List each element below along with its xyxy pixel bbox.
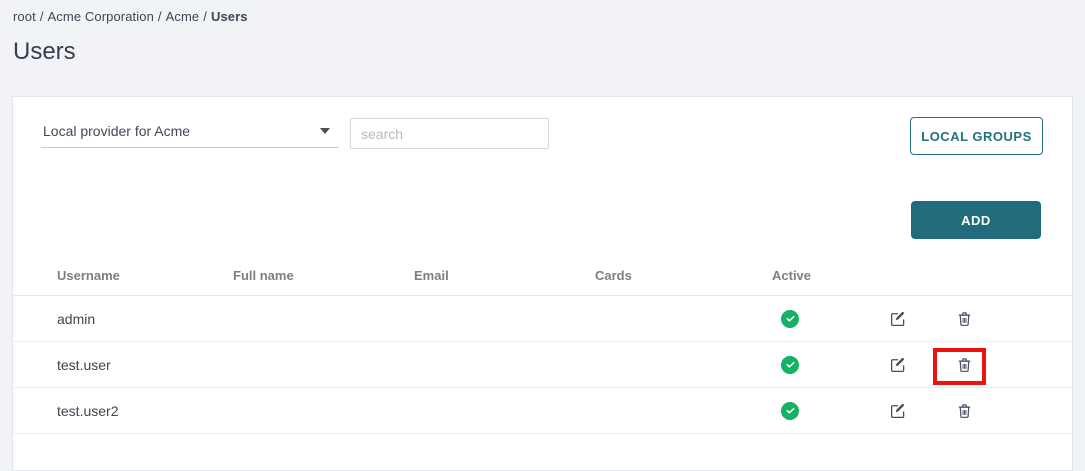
column-header-username: Username <box>57 268 233 283</box>
provider-select-value: Local provider for Acme <box>41 123 190 139</box>
breadcrumb-separator: / <box>154 9 166 24</box>
breadcrumb: root/Acme Corporation/Acme/Users <box>13 9 248 24</box>
breadcrumb-separator: / <box>36 9 48 24</box>
trash-icon <box>956 356 973 374</box>
edit-user-button[interactable] <box>887 400 909 422</box>
breadcrumb-item-acme[interactable]: Acme <box>166 9 200 24</box>
column-header-active: Active <box>772 268 864 283</box>
trash-icon <box>956 310 973 328</box>
edit-icon <box>889 310 907 328</box>
check-circle-icon <box>781 402 799 420</box>
trash-icon <box>956 402 973 420</box>
local-groups-button[interactable]: LOCAL GROUPS <box>910 117 1043 155</box>
delete-user-button[interactable] <box>954 308 975 330</box>
users-card: Local provider for Acme LOCAL GROUPS ADD… <box>12 96 1073 471</box>
table-header-row: Username Full name Email Cards Active <box>13 256 1072 296</box>
table-row: admin <box>13 296 1072 342</box>
edit-icon <box>889 402 907 420</box>
username-cell: admin <box>57 311 233 327</box>
search-input[interactable] <box>350 118 549 149</box>
delete-user-button[interactable] <box>954 354 975 376</box>
breadcrumb-item-users: Users <box>211 9 248 24</box>
table-row: test.user2 <box>13 388 1072 434</box>
username-cell: test.user2 <box>57 403 233 419</box>
add-user-button[interactable]: ADD <box>911 201 1041 239</box>
username-cell: test.user <box>57 357 233 373</box>
breadcrumb-item-acme-corporation[interactable]: Acme Corporation <box>48 9 154 24</box>
breadcrumb-item-root[interactable]: root <box>13 9 36 24</box>
table-row: test.user <box>13 342 1072 388</box>
check-circle-icon <box>781 310 799 328</box>
check-circle-icon <box>781 356 799 374</box>
column-header-email: Email <box>414 268 595 283</box>
column-header-full-name: Full name <box>233 268 414 283</box>
page-title: Users <box>13 38 76 66</box>
chevron-down-icon <box>320 128 330 134</box>
delete-user-button[interactable] <box>954 400 975 422</box>
edit-icon <box>889 356 907 374</box>
provider-select[interactable]: Local provider for Acme <box>41 115 338 148</box>
edit-user-button[interactable] <box>887 354 909 376</box>
edit-user-button[interactable] <box>887 308 909 330</box>
breadcrumb-separator: / <box>199 9 211 24</box>
column-header-cards: Cards <box>595 268 772 283</box>
users-table: Username Full name Email Cards Active ad… <box>13 256 1072 434</box>
